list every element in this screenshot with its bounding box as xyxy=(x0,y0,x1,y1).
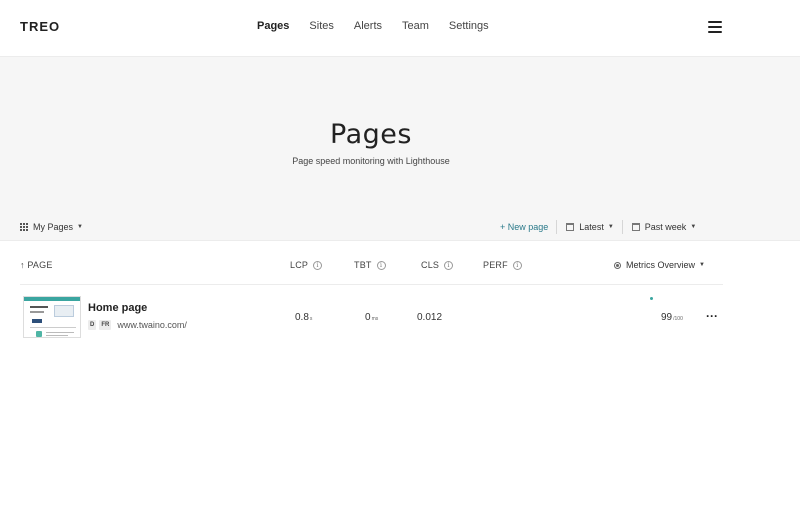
divider xyxy=(20,284,723,285)
perf-indicator-dot xyxy=(650,297,653,300)
latest-label: Latest xyxy=(579,221,604,232)
nav-settings[interactable]: Settings xyxy=(449,20,489,32)
column-header-perf[interactable]: PERF i xyxy=(483,260,522,270)
my-pages-label: My Pages xyxy=(33,222,74,232)
tbt-label: TBT xyxy=(354,260,372,270)
radio-circle-icon xyxy=(614,261,621,269)
perf-score: 99/100 xyxy=(661,312,683,323)
lcp-value: 0.8s xyxy=(295,312,313,323)
nav-pages[interactable]: Pages xyxy=(257,20,289,32)
page-title: Pages xyxy=(330,119,412,150)
nav-team[interactable]: Team xyxy=(402,20,429,32)
column-header-page[interactable]: ↑ PAGE xyxy=(20,260,53,270)
period-dropdown[interactable]: Past week ▼ xyxy=(631,221,697,232)
nav-alerts[interactable]: Alerts xyxy=(354,20,382,32)
caret-down-icon: ▼ xyxy=(699,262,705,268)
logo[interactable]: TREO xyxy=(20,19,60,34)
caret-down-icon: ▼ xyxy=(77,224,83,230)
cls-value: 0.012 xyxy=(417,312,443,323)
calendar-icon xyxy=(566,222,575,231)
perf-label: PERF xyxy=(483,260,508,270)
nav-sites[interactable]: Sites xyxy=(309,20,333,32)
lcp-label: LCP xyxy=(290,260,309,270)
tbt-value: 0ms xyxy=(365,312,379,323)
table-row[interactable]: Home page D FR www.twaino.com/ 0.8s 0ms … xyxy=(20,292,723,342)
main-nav: Pages Sites Alerts Team Settings xyxy=(257,20,509,32)
hamburger-menu-icon[interactable] xyxy=(708,21,722,33)
toolbar-actions: + New page Latest ▼ Past week ▼ xyxy=(500,218,704,235)
page-url[interactable]: www.twaino.com/ xyxy=(117,320,187,330)
column-header-lcp[interactable]: LCP i xyxy=(290,260,323,270)
page-name[interactable]: Home page xyxy=(88,302,147,314)
column-header-tbt[interactable]: TBT i xyxy=(354,260,386,270)
latest-dropdown[interactable]: Latest ▼ xyxy=(566,221,614,232)
info-icon[interactable]: i xyxy=(512,260,522,270)
cls-label: CLS xyxy=(421,260,440,270)
page-meta: D FR www.twaino.com/ xyxy=(88,320,187,330)
divider xyxy=(0,240,800,241)
divider xyxy=(621,219,623,234)
column-header-cls[interactable]: CLS i xyxy=(421,260,454,270)
top-navbar: TREO Pages Sites Alerts Team Settings xyxy=(0,0,800,57)
my-pages-dropdown[interactable]: My Pages ▼ xyxy=(20,222,83,232)
info-icon[interactable]: i xyxy=(313,260,323,270)
device-tag: D xyxy=(88,320,97,330)
caret-down-icon: ▼ xyxy=(607,223,614,230)
more-options-icon[interactable]: ··· xyxy=(706,309,718,323)
info-icon[interactable]: i xyxy=(376,260,386,270)
hero-section: Pages Page speed monitoring with Lightho… xyxy=(0,57,800,240)
grid-icon xyxy=(20,223,28,231)
location-tag: FR xyxy=(99,320,112,330)
caret-down-icon: ▼ xyxy=(690,223,697,230)
info-icon[interactable]: i xyxy=(444,260,454,270)
page-thumbnail xyxy=(23,296,81,338)
new-page-button[interactable]: + New page xyxy=(500,222,548,232)
page-subtitle: Page speed monitoring with Lighthouse xyxy=(292,156,450,166)
metrics-overview-label: Metrics Overview xyxy=(626,260,696,270)
divider xyxy=(556,219,558,234)
period-label: Past week xyxy=(644,221,687,232)
calendar-icon xyxy=(631,222,640,231)
metrics-overview-dropdown[interactable]: Metrics Overview ▼ xyxy=(614,260,705,270)
